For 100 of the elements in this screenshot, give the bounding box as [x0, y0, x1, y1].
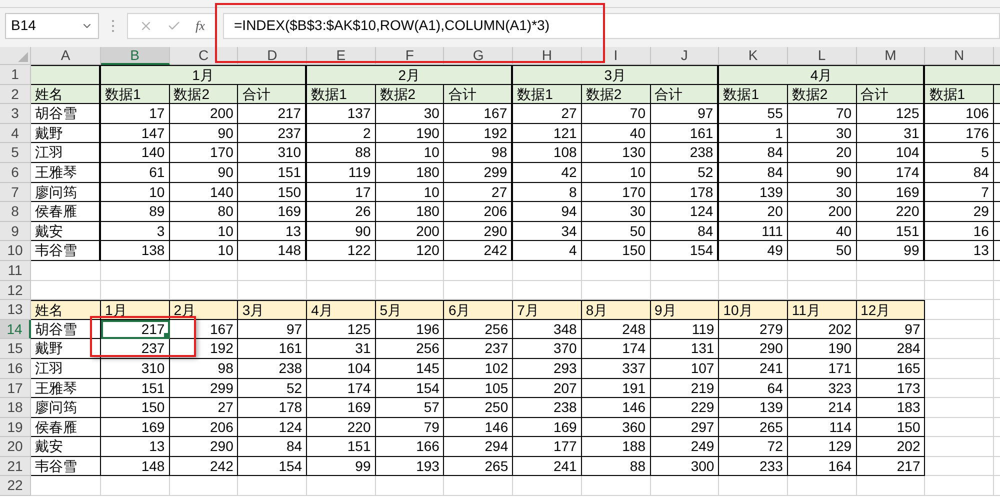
- row-header[interactable]: 2: [0, 84, 31, 104]
- row-header[interactable]: 15: [0, 339, 31, 359]
- table-cell: 337: [582, 358, 650, 378]
- row-header[interactable]: 20: [0, 437, 31, 457]
- row-header[interactable]: 17: [0, 378, 31, 398]
- table-cell: 97: [650, 104, 720, 124]
- table-cell: 154: [650, 241, 720, 261]
- row-header[interactable]: 18: [0, 398, 31, 418]
- table-cell: 30: [788, 182, 857, 202]
- table-cell: 98: [444, 143, 514, 163]
- table-cell: [925, 418, 994, 438]
- table-cell: [238, 476, 308, 496]
- row-header[interactable]: 21: [0, 456, 31, 476]
- table-cell: 138: [101, 241, 170, 261]
- row-header[interactable]: 16: [0, 358, 31, 378]
- table-cell: 174: [582, 339, 650, 359]
- column-heading: 6月: [444, 300, 514, 320]
- table-cell: [101, 476, 170, 496]
- column-header[interactable]: I: [582, 47, 650, 65]
- table-cell: 88: [307, 143, 376, 163]
- table-cell: 94: [513, 202, 582, 222]
- row-header[interactable]: 6: [0, 162, 31, 183]
- row-header[interactable]: 22: [0, 476, 31, 496]
- table-cell: 胡谷雪: [31, 104, 101, 124]
- column-header[interactable]: M: [856, 47, 926, 65]
- table-cell: 249: [650, 437, 720, 457]
- column-heading: 数据1: [307, 84, 376, 104]
- row-header[interactable]: 14: [0, 320, 31, 340]
- insert-function-button[interactable]: fx: [196, 16, 205, 36]
- row-header[interactable]: 4: [0, 124, 31, 144]
- table-cell: 79: [376, 418, 444, 438]
- table-cell: 52: [238, 378, 308, 398]
- formula-field[interactable]: =INDEX($B$3:$AK$10,ROW(A1),COLUMN(A1)*3): [223, 12, 1000, 38]
- table-cell: 129: [788, 437, 857, 457]
- table-cell: 戴安: [31, 222, 101, 242]
- table-cell: [444, 260, 514, 281]
- table-cell: 7: [925, 182, 994, 202]
- table-cell: 290: [444, 222, 514, 242]
- row-header[interactable]: 1: [0, 65, 31, 85]
- table-cell: [925, 398, 994, 418]
- table-cell: 310: [101, 358, 170, 378]
- table-cell: 290: [719, 339, 788, 359]
- column-header[interactable]: N: [925, 47, 994, 65]
- table-cell: [238, 260, 308, 281]
- table-cell: 151: [307, 437, 376, 457]
- table-cell: 89: [101, 202, 170, 222]
- table-cell: 256: [444, 320, 514, 340]
- table-cell: 279: [719, 320, 788, 340]
- row-header[interactable]: 8: [0, 202, 31, 222]
- table-cell: 174: [856, 162, 926, 183]
- row-header[interactable]: 3: [0, 104, 31, 124]
- table-cell: 侯春雁: [31, 418, 101, 438]
- table-cell: [925, 260, 994, 281]
- table-cell: 10: [376, 143, 444, 163]
- table-cell: 164: [788, 456, 857, 476]
- table-cell: 韦谷雪: [31, 456, 101, 476]
- table-cell: 200: [376, 222, 444, 242]
- table-cell: 130: [582, 143, 650, 163]
- table-cell: 220: [307, 418, 376, 438]
- row-header[interactable]: 5: [0, 143, 31, 163]
- row-header[interactable]: 12: [0, 280, 31, 300]
- table-cell: 27: [444, 182, 514, 202]
- table-cell: [513, 260, 582, 281]
- table-cell: 10: [170, 222, 238, 242]
- table-cell: 16: [925, 222, 994, 242]
- table-cell: 84: [238, 437, 308, 457]
- table-cell: 30: [376, 104, 444, 124]
- table-cell: 150: [582, 241, 650, 261]
- name-box[interactable]: B14: [5, 12, 99, 38]
- column-header[interactable]: C: [170, 47, 238, 65]
- table-cell: 5: [925, 143, 994, 163]
- table-cell: 40: [582, 124, 650, 144]
- table-cell: 233: [719, 456, 788, 476]
- table-cell: 72: [719, 437, 788, 457]
- fill-handle-icon[interactable]: [164, 333, 169, 338]
- column-header[interactable]: A: [31, 47, 101, 65]
- table-cell: 190: [788, 339, 857, 359]
- table-cell: 戴安: [31, 437, 101, 457]
- row-header[interactable]: 13: [0, 300, 31, 320]
- table-cell: 97: [238, 320, 308, 340]
- column-header[interactable]: J: [650, 47, 720, 65]
- table-cell: 13: [925, 241, 994, 261]
- table-cell: 145: [376, 358, 444, 378]
- column-heading: 数据1: [719, 84, 788, 104]
- row-header[interactable]: 10: [0, 241, 31, 261]
- row-header[interactable]: 11: [0, 260, 31, 281]
- row-header[interactable]: 19: [0, 418, 31, 438]
- row-header[interactable]: 9: [0, 222, 31, 242]
- column-header[interactable]: B: [101, 47, 170, 65]
- table-cell: 戴野: [31, 124, 101, 144]
- table-cell: 韦谷雪: [31, 241, 101, 261]
- row-header[interactable]: 7: [0, 182, 31, 202]
- table-cell: [582, 260, 650, 281]
- column-header[interactable]: K: [719, 47, 788, 65]
- table-cell: 238: [513, 398, 582, 418]
- drag-handle-icon[interactable]: [111, 18, 115, 32]
- select-all-corner[interactable]: [0, 47, 31, 65]
- column-header[interactable]: L: [788, 47, 857, 65]
- table-cell: 220: [856, 202, 926, 222]
- table-cell: 140: [170, 182, 238, 202]
